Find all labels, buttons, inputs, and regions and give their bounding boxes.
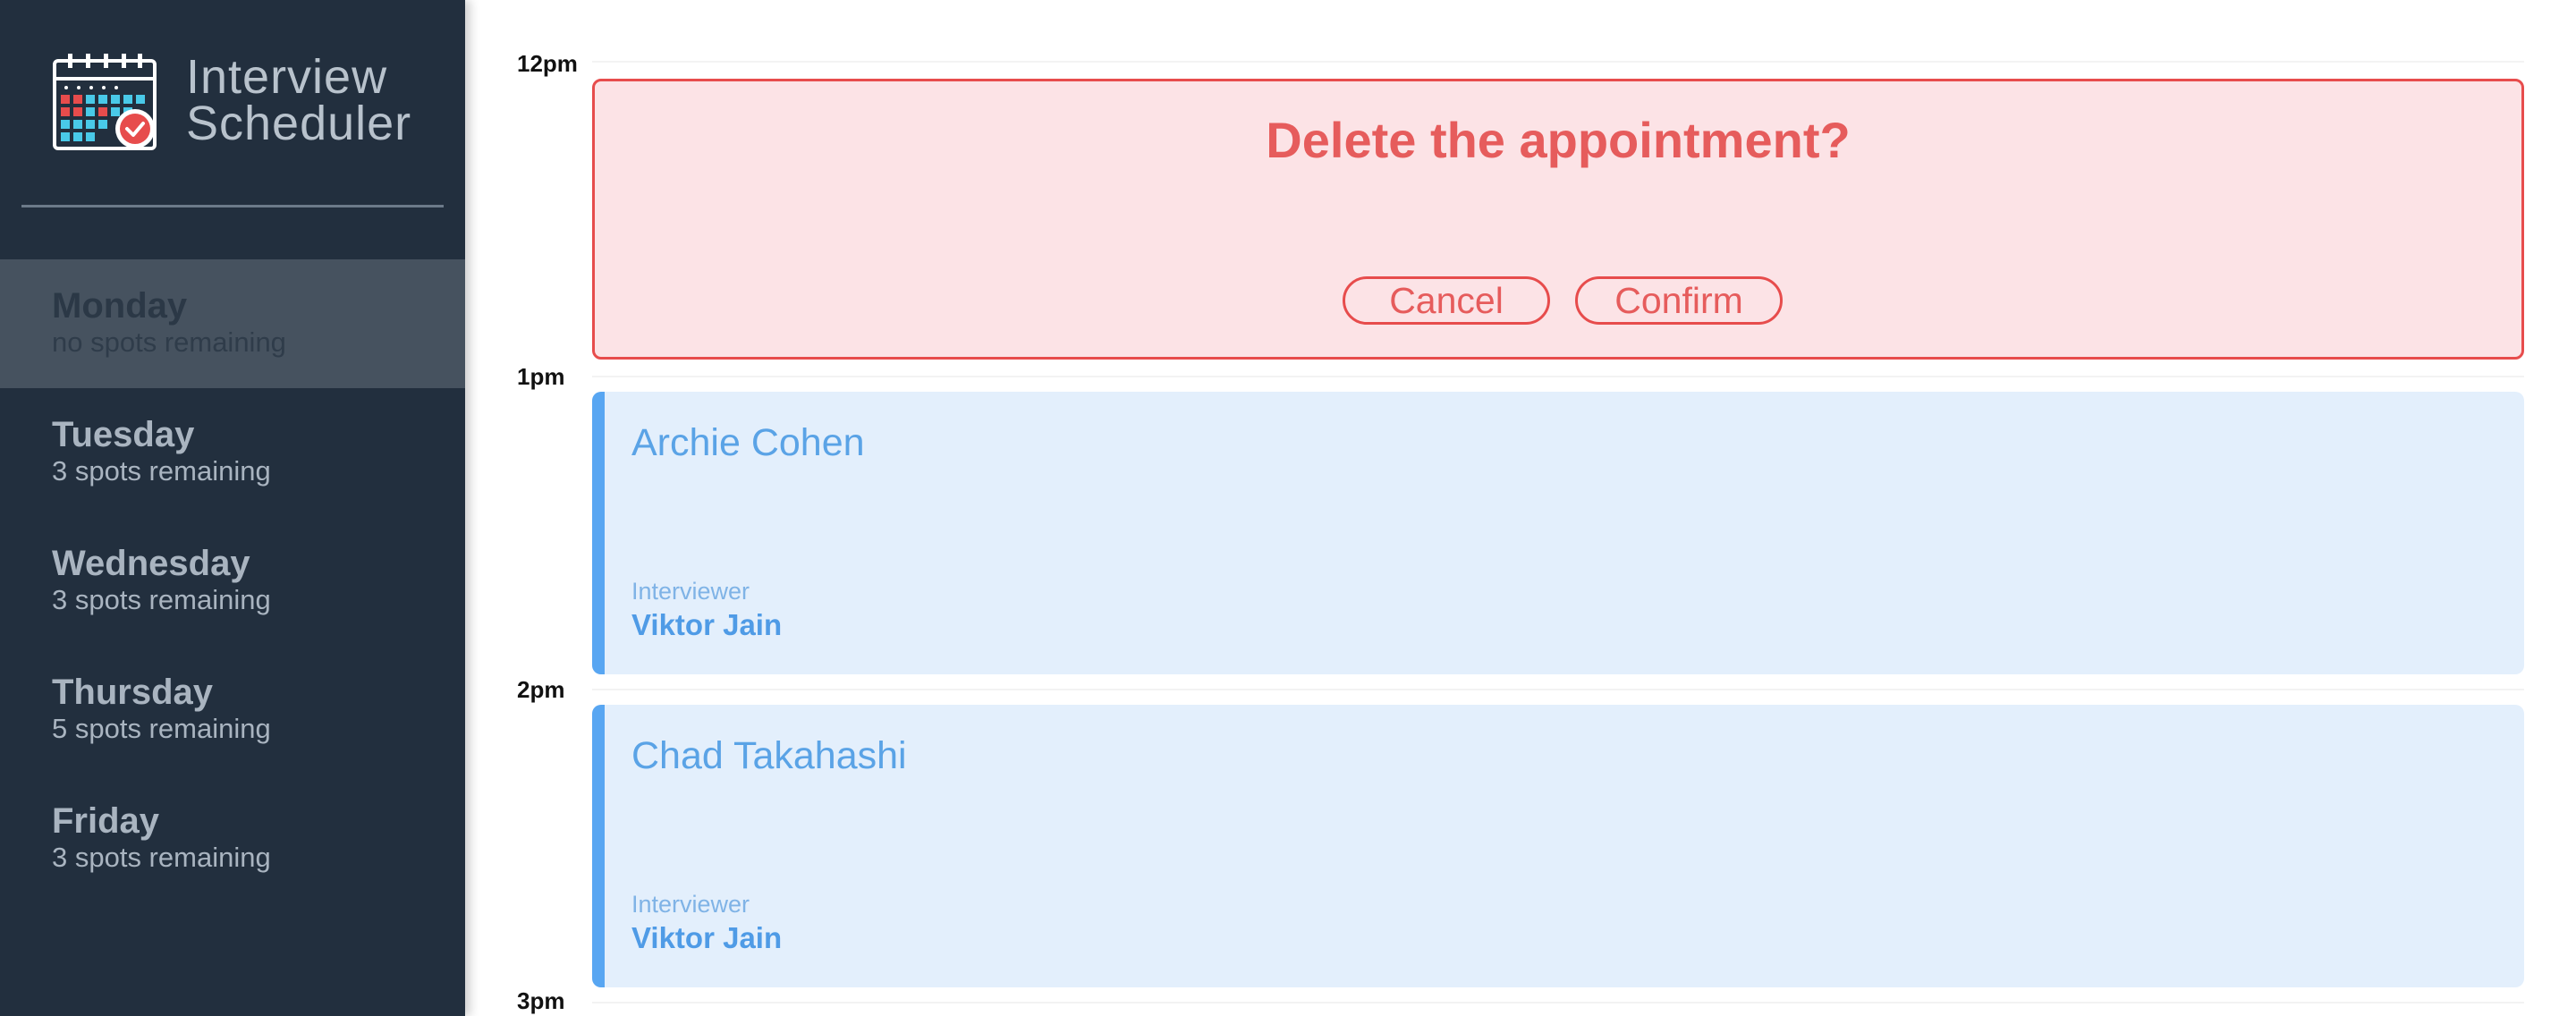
time-label-12pm: 12pm [517,50,578,77]
day-spots: 3 spots remaining [52,584,271,615]
cancel-button[interactable]: Cancel [1343,276,1550,325]
day-item-friday[interactable]: Friday 3 spots remaining [0,775,465,903]
interviewer-label: Interviewer [631,578,750,605]
sidebar-divider [21,205,444,207]
day-spots: 3 spots remaining [52,455,271,487]
confirm-button[interactable]: Confirm [1575,276,1783,325]
time-label-2pm: 2pm [517,676,565,703]
hour-divider [592,376,2524,377]
appointment-accent-bar [592,392,605,674]
appointment-card[interactable]: Archie Cohen Interviewer Viktor Jain [592,392,2524,674]
time-label-1pm: 1pm [517,363,565,390]
day-item-monday[interactable]: Monday no spots remaining [0,259,465,388]
hour-divider [592,1002,2524,1003]
app-title-line1: Interview [186,50,388,104]
interviewer-label: Interviewer [631,891,750,918]
app-title-line2: Scheduler [186,97,412,150]
day-item-wednesday[interactable]: Wednesday 3 spots remaining [0,517,465,646]
hour-divider [592,61,2524,63]
day-item-tuesday[interactable]: Tuesday 3 spots remaining [0,388,465,517]
day-name: Friday [52,801,160,841]
interviewer-name: Viktor Jain [631,921,783,954]
appointment-accent-bar [592,705,605,987]
time-label-3pm: 3pm [517,987,565,1014]
appointment-card[interactable]: Chad Takahashi Interviewer Viktor Jain [592,705,2524,987]
hour-divider [592,689,2524,690]
calendar-check-icon [53,54,157,150]
app-title: Interview Scheduler [186,50,412,150]
day-spots: 5 spots remaining [52,713,271,744]
student-name: Archie Cohen [631,421,865,464]
day-spots: 3 spots remaining [52,842,271,873]
day-name: Monday [52,286,188,326]
day-name: Wednesday [52,544,250,583]
interviewer-name: Viktor Jain [631,608,783,641]
student-name: Chad Takahashi [631,734,907,777]
day-name: Thursday [52,673,214,712]
day-item-thursday[interactable]: Thursday 5 spots remaining [0,646,465,775]
day-list: Monday no spots remaining Tuesday 3 spot… [0,259,465,903]
day-name: Tuesday [52,415,195,454]
sidebar: Interview Scheduler Monday no spots rema… [0,0,465,1016]
confirm-message: Delete the appointment? [1266,112,1851,168]
day-spots: no spots remaining [52,326,286,358]
delete-confirmation: Delete the appointment? Cancel Confirm [592,79,2524,360]
